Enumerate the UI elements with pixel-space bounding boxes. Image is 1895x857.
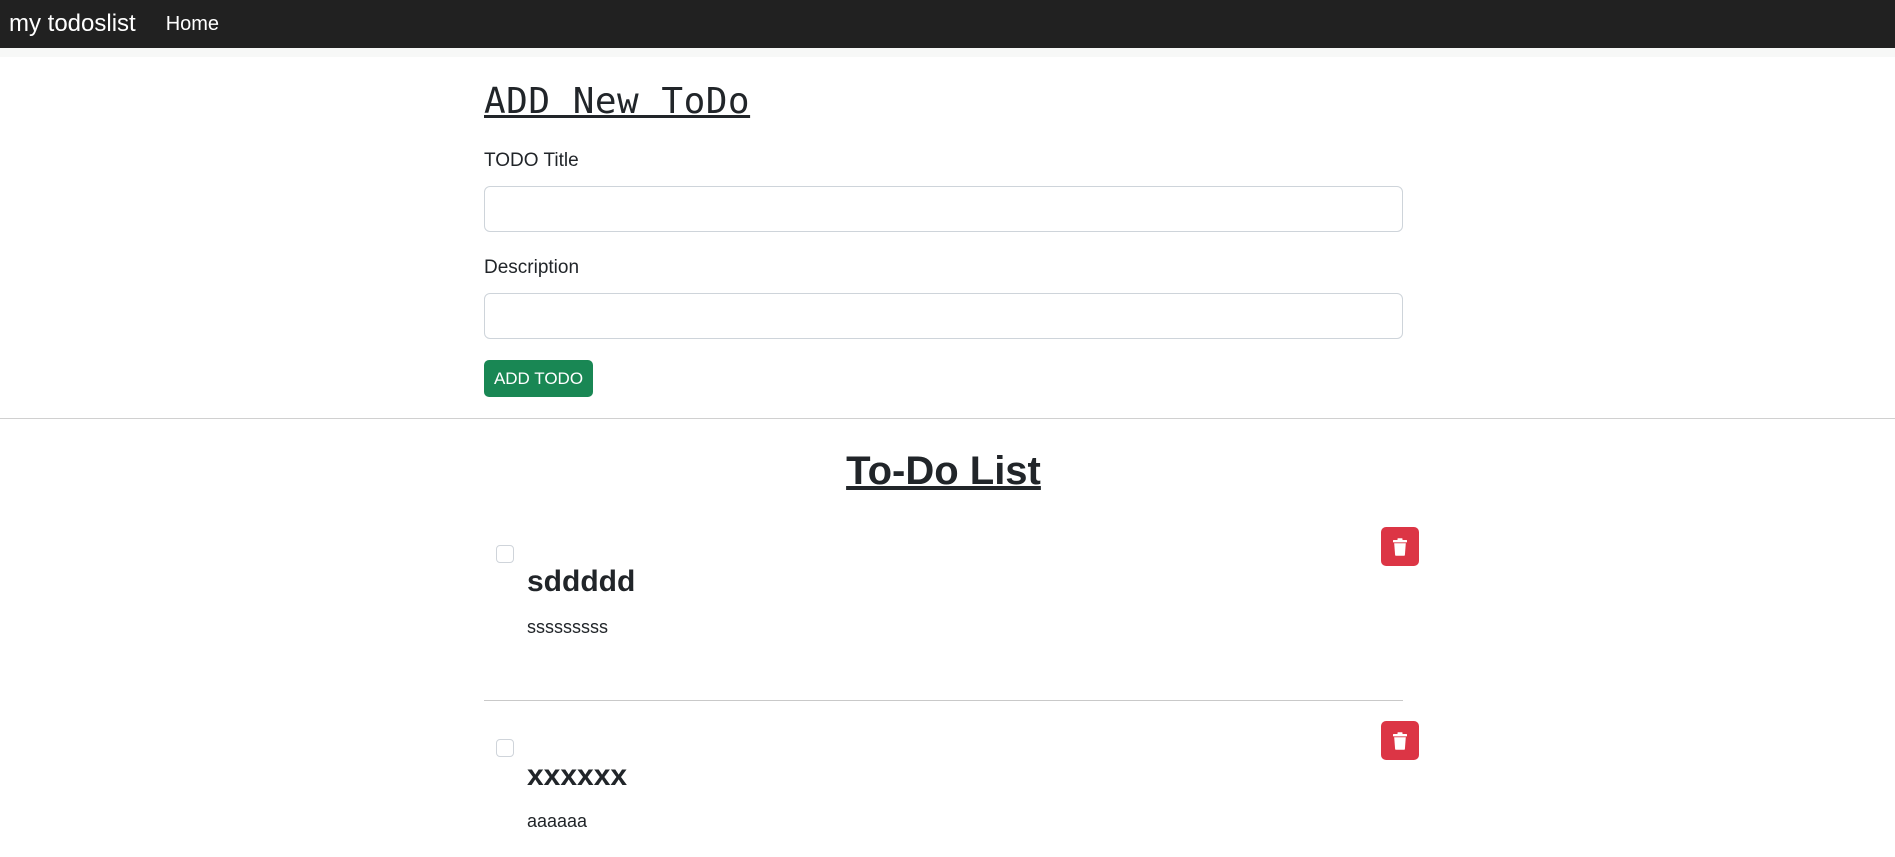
description-label: Description [484, 257, 580, 278]
todo-description: aaaaaa [527, 811, 588, 831]
navbar: my todoslist Home [0, 0, 1895, 48]
todo-list-heading: To-Do List [846, 449, 1041, 493]
form-heading: ADD New ToDo [484, 81, 751, 122]
todo-description: sssssssss [527, 617, 608, 637]
navbar-spacer [0, 48, 1895, 57]
trash-icon [1393, 537, 1407, 556]
todo-checkbox[interactable] [496, 545, 514, 563]
add-todo-button[interactable]: ADD TODO [484, 360, 593, 397]
nav-link-home[interactable]: Home [166, 14, 219, 34]
todo-title: xxxxxx [527, 759, 628, 792]
todo-title-input[interactable] [484, 186, 1403, 232]
navbar-brand[interactable]: my todoslist [9, 12, 136, 36]
trash-icon [1393, 731, 1407, 750]
description-input[interactable] [484, 293, 1403, 339]
section-divider [0, 418, 1895, 419]
todo-title: sddddd [527, 565, 636, 598]
page: my todoslist Home ADD New ToDo TODO Titl… [0, 0, 1895, 857]
todo-title-label: TODO Title [484, 150, 579, 171]
delete-todo-button[interactable] [1381, 527, 1419, 566]
todo-checkbox[interactable] [496, 739, 514, 757]
todo-item: sddddd sssssssss [484, 527, 1419, 702]
todo-item: xxxxxx aaaaaa [484, 721, 1419, 857]
item-divider [484, 700, 1403, 701]
delete-todo-button[interactable] [1381, 721, 1419, 760]
